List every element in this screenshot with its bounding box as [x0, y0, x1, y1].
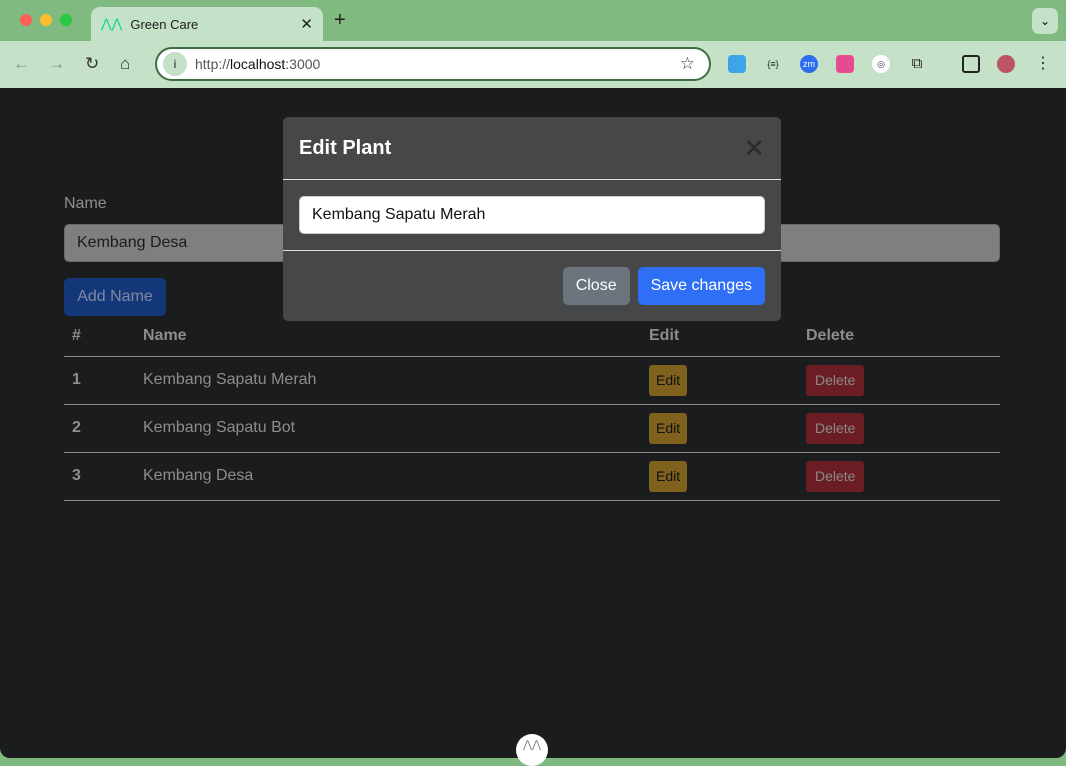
- forward-icon[interactable]: →: [48, 54, 65, 74]
- site-info-icon[interactable]: i: [163, 52, 187, 76]
- reload-icon[interactable]: ↻: [85, 54, 99, 74]
- table-row: 2 Kembang Sapatu Bot Edit Delete: [64, 404, 1000, 453]
- edit-button[interactable]: Edit: [649, 460, 688, 492]
- extensions-puzzle-icon[interactable]: ⧉: [908, 55, 926, 73]
- nuxt-logo-icon: ⋀⋀: [101, 16, 123, 31]
- row-name: Kembang Desa: [135, 452, 641, 501]
- nuxt-devtools-icon[interactable]: ⋀⋀: [516, 734, 548, 766]
- browser-toolbar: ← → ↻ ⌂ i http://localhost:3000 ☆ {≡} zm…: [0, 41, 1066, 88]
- tab-search-chevron-icon[interactable]: ⌄: [1032, 8, 1058, 34]
- close-window-button[interactable]: [20, 14, 32, 26]
- minimize-window-button[interactable]: [40, 14, 52, 26]
- menu-kebab-icon[interactable]: ⋮: [1034, 55, 1052, 73]
- delete-button[interactable]: Delete: [806, 364, 865, 396]
- save-changes-button[interactable]: Save changes: [637, 267, 765, 305]
- address-bar[interactable]: i http://localhost:3000 ☆: [155, 47, 711, 81]
- url-port: :3000: [285, 56, 321, 72]
- modal-title: Edit Plant: [299, 136, 392, 159]
- row-id: 2: [64, 404, 135, 453]
- extension-json-icon[interactable]: {≡}: [764, 55, 782, 73]
- edit-button[interactable]: Edit: [649, 412, 688, 444]
- tab-title: Green Care: [130, 16, 199, 32]
- bookmark-star-icon[interactable]: ☆: [680, 54, 695, 74]
- table-row: 1 Kembang Sapatu Merah Edit Delete: [64, 356, 1000, 405]
- new-tab-icon[interactable]: +: [334, 9, 346, 32]
- maximize-window-button[interactable]: [60, 14, 72, 26]
- name-label: Name: [64, 195, 107, 212]
- tab-bar: ⋀⋀ Green Care ✕ + ⌄: [0, 0, 1066, 41]
- home-icon[interactable]: ⌂: [120, 54, 130, 74]
- plant-name-input[interactable]: Kembang Sapatu Merah: [299, 196, 765, 234]
- back-icon[interactable]: ←: [13, 54, 30, 74]
- extension-db-icon[interactable]: ◎: [872, 55, 890, 73]
- edit-button[interactable]: Edit: [649, 364, 688, 396]
- extension-zoom-icon[interactable]: zm: [800, 55, 818, 73]
- edit-plant-modal: Edit Plant ✕ Kembang Sapatu Merah Close …: [283, 117, 781, 321]
- url-host: localhost: [230, 56, 286, 72]
- header-delete: Delete: [798, 317, 1000, 357]
- row-name: Kembang Sapatu Merah: [135, 356, 641, 405]
- row-id: 1: [64, 356, 135, 405]
- extension-color-icon[interactable]: [836, 55, 854, 73]
- header-number: #: [64, 317, 135, 357]
- delete-button[interactable]: Delete: [806, 412, 865, 444]
- tab-green-care[interactable]: ⋀⋀ Green Care ✕: [91, 7, 323, 41]
- close-button[interactable]: Close: [562, 267, 630, 305]
- table-row: 3 Kembang Desa Edit Delete: [64, 452, 1000, 501]
- header-edit: Edit: [641, 317, 798, 357]
- close-tab-icon[interactable]: ✕: [300, 15, 313, 33]
- side-panel-icon[interactable]: [962, 55, 980, 73]
- extension-folder-icon[interactable]: [728, 55, 746, 73]
- profile-avatar[interactable]: [997, 55, 1015, 73]
- delete-button[interactable]: Delete: [806, 460, 865, 492]
- plants-table: # Name Edit Delete 1 Kembang Sapatu Mera…: [64, 317, 1000, 501]
- url-scheme: http://: [195, 56, 231, 72]
- row-id: 3: [64, 452, 135, 501]
- row-name: Kembang Sapatu Bot: [135, 404, 641, 453]
- header-name: Name: [135, 317, 641, 357]
- close-icon[interactable]: ✕: [743, 133, 765, 164]
- add-name-button[interactable]: Add Name: [64, 278, 166, 316]
